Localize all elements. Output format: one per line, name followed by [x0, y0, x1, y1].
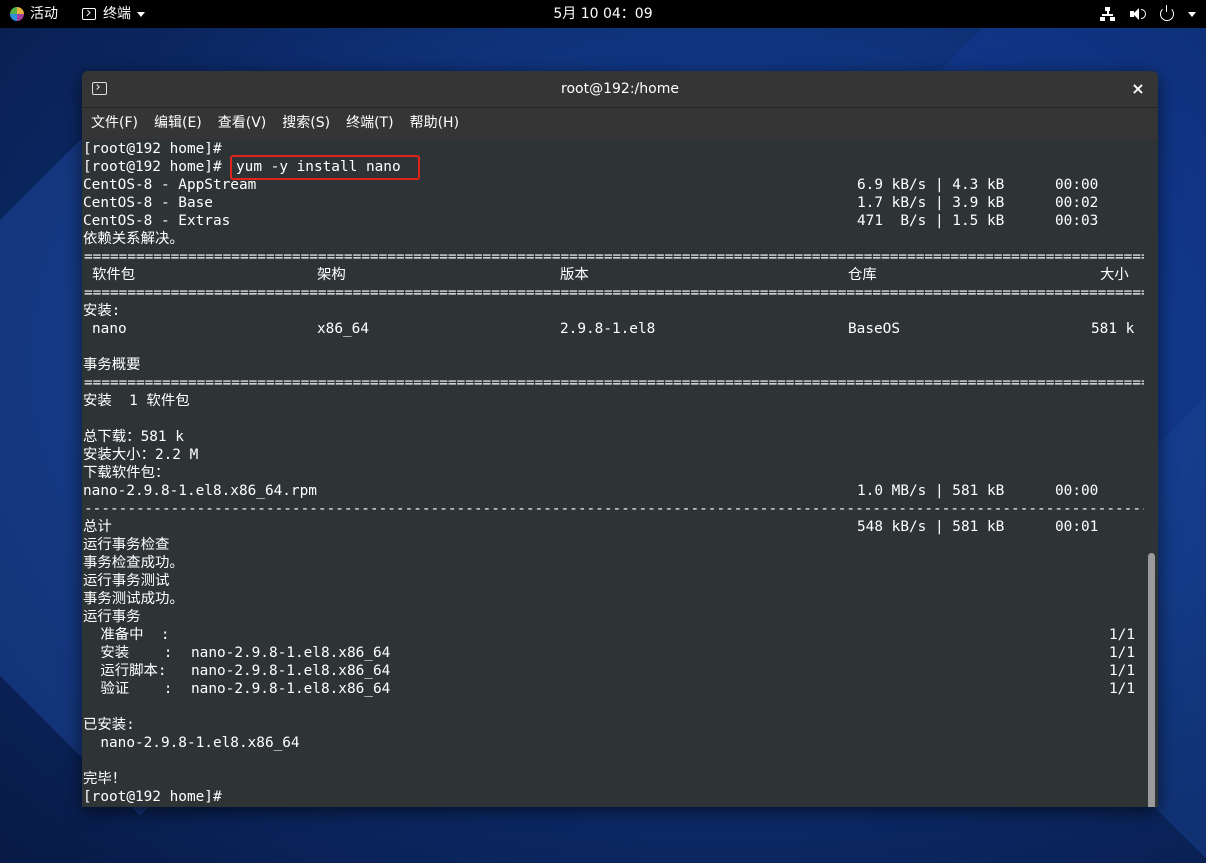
- rule-line: ========================================…: [84, 285, 1144, 301]
- tx-label: 验证 :: [83, 681, 173, 697]
- tx-count: 1/1: [1109, 645, 1135, 661]
- installed-pkg: nano-2.9.8-1.el8.x86_64: [83, 735, 300, 751]
- prompt-line: [root@192 home]#: [83, 789, 222, 805]
- install-label: 安装:: [83, 303, 121, 319]
- step-line: 事务测试成功。: [83, 591, 184, 607]
- menu-view[interactable]: 查看(V): [210, 108, 275, 139]
- tx-count: 1/1: [1109, 681, 1135, 697]
- deps-resolved-line: 依赖关系解决。: [83, 231, 184, 247]
- menu-bar: 文件(F) 编辑(E) 查看(V) 搜索(S) 终端(T) 帮助(H): [82, 108, 1158, 139]
- power-icon: [1160, 5, 1174, 21]
- total-label: 总计: [83, 519, 112, 535]
- pkg-size: 581 k: [1091, 321, 1135, 337]
- activities-icon: [10, 7, 24, 21]
- repo-time: 00:00: [1055, 177, 1099, 193]
- rule-line: ========================================…: [84, 375, 1144, 391]
- title-bar[interactable]: root@192:/home ×: [82, 71, 1158, 108]
- step-line: 事务检查成功。: [83, 555, 184, 571]
- caret-down-icon: [1188, 11, 1196, 17]
- total-time: 00:01: [1055, 519, 1099, 535]
- window-title: root@192:/home: [561, 81, 679, 97]
- header-repo: 仓库: [848, 267, 877, 283]
- caret-down-icon: [137, 11, 145, 17]
- activities-button[interactable]: 活动: [10, 0, 58, 28]
- terminal-icon: [82, 8, 96, 20]
- install-count: 安装 1 软件包: [83, 393, 190, 409]
- pkg-arch: x86_64: [317, 321, 369, 337]
- menu-file[interactable]: 文件(F): [82, 108, 146, 139]
- tx-pkg: nano-2.9.8-1.el8.x86_64: [191, 663, 391, 679]
- tx-count: 1/1: [1109, 627, 1135, 643]
- repo-time: 00:03: [1055, 213, 1099, 229]
- scrollbar-thumb[interactable]: [1148, 553, 1155, 807]
- close-button[interactable]: ×: [1126, 77, 1150, 101]
- repo-speed: 471 B/s | 1.5 kB: [857, 213, 1005, 229]
- activities-label: 活动: [30, 6, 58, 22]
- header-package: 软件包: [92, 267, 136, 283]
- header-version: 版本: [560, 267, 589, 283]
- system-menu[interactable]: [1100, 0, 1196, 28]
- header-arch: 架构: [317, 267, 346, 283]
- repo-speed: 1.7 kB/s | 3.9 kB: [857, 195, 1005, 211]
- repo-line: CentOS-8 - Base: [83, 195, 213, 211]
- install-size: 安装大小：2.2 M: [83, 447, 199, 463]
- rpm-name: nano-2.9.8-1.el8.x86_64.rpm: [83, 483, 317, 499]
- clock-container: 5月 10 04：09: [0, 0, 1206, 28]
- pkg-repo: BaseOS: [848, 321, 900, 337]
- step-line: 运行事务: [83, 609, 141, 625]
- clock[interactable]: 5月 10 04：09: [553, 0, 652, 28]
- terminal-window: root@192:/home × 文件(F) 编辑(E) 查看(V) 搜索(S)…: [82, 71, 1158, 807]
- app-menu-label: 终端: [103, 6, 131, 22]
- done-line: 完毕！: [83, 771, 127, 787]
- prompt-line: [root@192 home]#: [83, 159, 222, 175]
- menu-search[interactable]: 搜索(S): [274, 108, 338, 139]
- repo-line: CentOS-8 - Extras: [83, 213, 231, 229]
- tx-pkg: nano-2.9.8-1.el8.x86_64: [191, 681, 391, 697]
- terminal-output[interactable]: [root@192 home]# [root@192 home]# yum -y…: [82, 139, 1148, 807]
- tx-label: 准备中 :: [83, 627, 170, 643]
- tx-count: 1/1: [1109, 663, 1135, 679]
- tx-label: 运行脚本:: [83, 663, 167, 679]
- repo-line: CentOS-8 - AppStream: [83, 177, 257, 193]
- total-speed: 548 kB/s | 581 kB: [857, 519, 1005, 535]
- installed-label: 已安装:: [83, 717, 135, 733]
- total-download: 总下载：581 k: [83, 429, 184, 445]
- scrollbar[interactable]: [1148, 139, 1155, 807]
- header-size: 大小: [1100, 267, 1129, 283]
- top-bar: 活动 终端 5月 10 04：09: [0, 0, 1206, 28]
- prompt-line: [root@192 home]#: [83, 141, 222, 157]
- repo-speed: 6.9 kB/s | 4.3 kB: [857, 177, 1005, 193]
- downloading-label: 下载软件包：: [83, 465, 170, 481]
- tx-pkg: nano-2.9.8-1.el8.x86_64: [191, 645, 391, 661]
- app-menu-button[interactable]: 终端: [82, 0, 145, 28]
- pkg-name: nano: [92, 321, 127, 337]
- rule-line: ========================================…: [84, 249, 1144, 265]
- pkg-version: 2.9.8-1.el8: [560, 321, 656, 337]
- command-highlight-box: [230, 155, 420, 180]
- tx-label: 安装 :: [83, 645, 173, 661]
- rpm-time: 00:00: [1055, 483, 1099, 499]
- network-icon: [1100, 7, 1116, 21]
- rpm-speed: 1.0 MB/s | 581 kB: [857, 483, 1005, 499]
- menu-terminal[interactable]: 终端(T): [338, 108, 401, 139]
- step-line: 运行事务测试: [83, 573, 170, 589]
- rule-line: ----------------------------------------…: [84, 501, 1144, 517]
- step-line: 运行事务检查: [83, 537, 170, 553]
- menu-edit[interactable]: 编辑(E): [146, 108, 210, 139]
- summary-title: 事务概要: [83, 357, 141, 373]
- volume-icon: [1130, 7, 1146, 21]
- menu-help[interactable]: 帮助(H): [402, 108, 467, 139]
- repo-time: 00:02: [1055, 195, 1099, 211]
